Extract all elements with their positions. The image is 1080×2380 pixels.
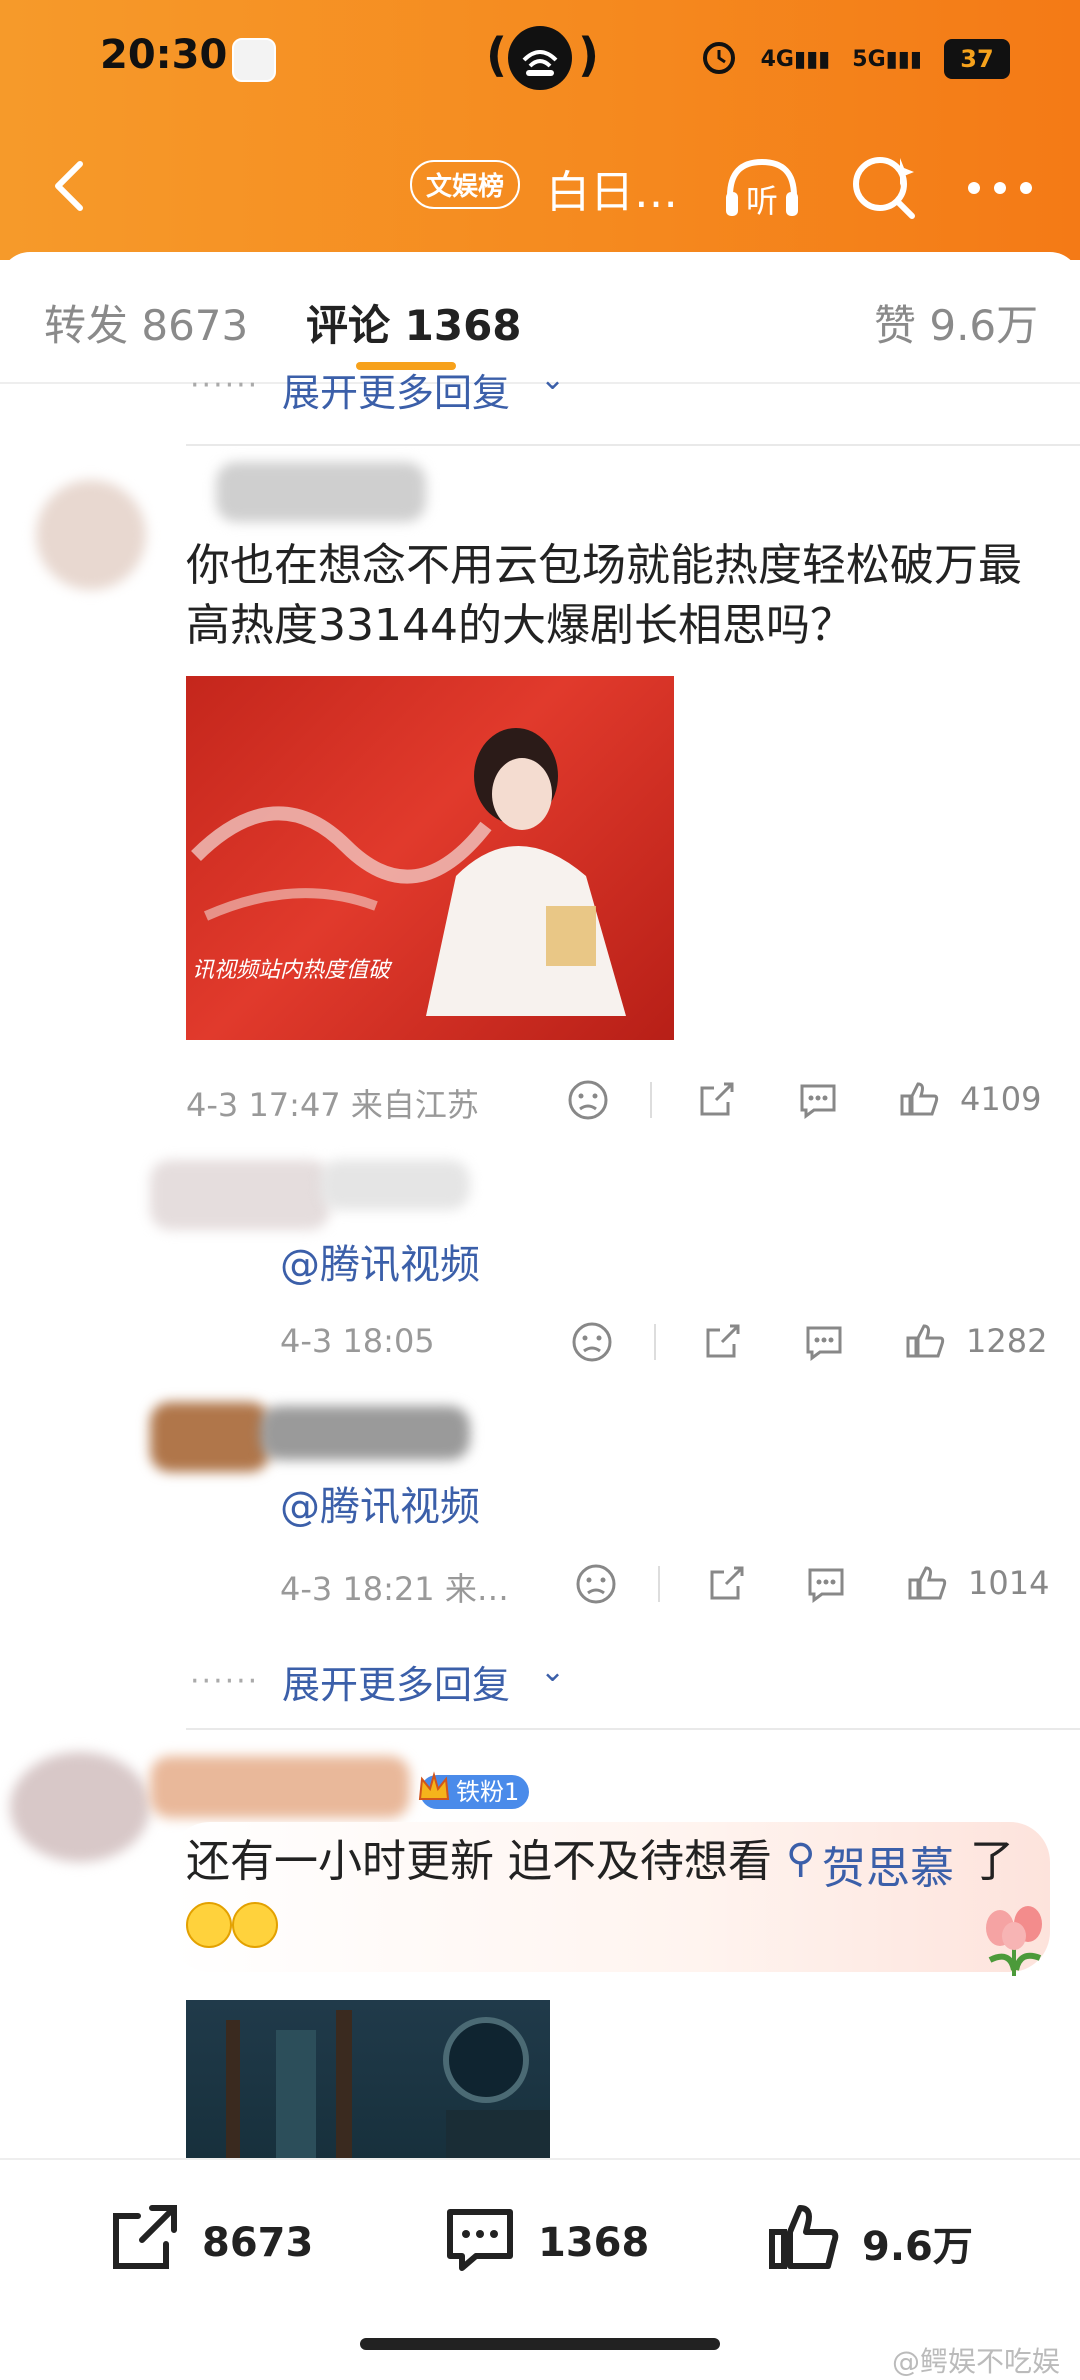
like-count: 9.6万 [862, 2224, 973, 2270]
reply-avatar[interactable] [150, 1160, 330, 1230]
status-bar: 20:30 ( ) 4G▮▮▮ 5G▮▮▮ 37 [0, 0, 1080, 120]
crown-icon [416, 1769, 452, 1809]
action-divider [658, 1566, 660, 1602]
share-icon[interactable] [704, 1562, 748, 1606]
comment-meta: 4-3 17:47 来自江苏 [186, 1086, 479, 1124]
like-icon[interactable] [904, 1320, 948, 1364]
username-redacted[interactable] [150, 1756, 410, 1818]
like-count: 1282 [966, 1322, 1048, 1360]
like-count: 4109 [960, 1080, 1042, 1118]
reply-mention[interactable]: @腾讯视频 [280, 1232, 480, 1290]
reply-icon[interactable] [804, 1562, 848, 1606]
like-count: 1014 [968, 1564, 1050, 1602]
hot-list-badge[interactable]: 文娱榜 [410, 160, 521, 209]
signal-5g-icon: 5G▮▮▮ [852, 46, 922, 72]
comment-count: 1368 [538, 2220, 650, 2266]
like-icon [766, 2200, 842, 2286]
comment-button[interactable]: 1368 [442, 2200, 649, 2286]
hotspot-icon [508, 26, 572, 90]
drama-still-photo [191, 728, 626, 1016]
expand-dots: ······ [190, 1664, 260, 1699]
fan-badge[interactable]: 铁粉1 [418, 1771, 530, 1809]
dislike-icon[interactable] [574, 1562, 618, 1606]
watermark: @鳄娱不吃娱 [891, 2345, 1060, 2378]
battery-icon: 37 [944, 39, 1010, 79]
back-icon[interactable] [36, 150, 106, 220]
topic-search-icon[interactable]: ⚲ [786, 1836, 815, 1882]
comment-text: 还有一小时更新 迫不及待想看 [186, 1836, 772, 1887]
dislike-icon[interactable] [570, 1320, 614, 1364]
reply-avatar[interactable] [150, 1402, 270, 1472]
status-avatar-icon [232, 38, 276, 82]
drama-still-photo [226, 2010, 550, 2160]
more-icon[interactable] [960, 150, 1036, 226]
divider [186, 444, 1080, 446]
alarm-icon [699, 36, 739, 82]
topic-link[interactable]: 贺思慕 [822, 1832, 954, 1896]
comment-text: 你也在想念不用云包场就能热度轻松破万最高热度33144的大爆剧长相思吗？ [186, 540, 1022, 651]
expand-replies[interactable]: 展开更多回复 [282, 1654, 510, 1709]
reply-icon[interactable] [796, 1078, 840, 1122]
listen-button[interactable]: 听 [722, 150, 798, 226]
action-divider [654, 1324, 656, 1360]
status-icons: 4G▮▮▮ 5G▮▮▮ 37 [699, 36, 1010, 82]
share-icon[interactable] [694, 1078, 738, 1122]
tulip-icon [970, 1900, 1060, 1980]
network-label-4g: 4G [760, 46, 794, 72]
status-time: 20:30 [100, 32, 228, 78]
fan-badge-label: 铁粉1 [456, 1778, 520, 1806]
repost-icon [106, 2200, 182, 2286]
username-redacted[interactable] [216, 462, 426, 522]
crying-emoji-icon [232, 1902, 278, 1948]
listen-label: 听 [746, 182, 778, 220]
reply-icon[interactable] [802, 1320, 846, 1364]
reply-meta: 4-3 18:05 [280, 1322, 435, 1360]
divider [186, 1728, 1080, 1730]
repost-count: 8673 [202, 2220, 314, 2266]
comment-icon [442, 2200, 518, 2286]
network-label-5g: 5G [852, 46, 886, 72]
app-header: 20:30 ( ) 4G▮▮▮ 5G▮▮▮ 37 文娱榜 白日… 听 [0, 0, 1080, 260]
home-indicator[interactable] [360, 2338, 720, 2350]
chevron-down-icon[interactable]: ⌄ [540, 1654, 565, 1689]
expand-replies-top[interactable]: 展开更多回复 [282, 362, 510, 417]
repost-button[interactable]: 8673 [106, 2200, 313, 2286]
tab-comments[interactable]: 评论 1368 [306, 292, 522, 353]
like-button[interactable]: 9.6万 [766, 2200, 973, 2286]
reply-username-redacted[interactable] [260, 1406, 470, 1460]
tab-reposts[interactable]: 转发 8673 [44, 292, 248, 353]
reply-username-redacted[interactable] [320, 1160, 470, 1210]
page-title: 白日… [546, 167, 678, 218]
like-icon[interactable] [898, 1078, 942, 1122]
comment-image[interactable] [186, 2000, 550, 2160]
nav-bar: 文娱榜 白日… 听 [0, 130, 1080, 240]
action-divider [650, 1082, 652, 1118]
comment-text-end: 了 [970, 1836, 1014, 1887]
reply-mention[interactable]: @腾讯视频 [280, 1474, 480, 1532]
reply-meta: 4-3 18:21 来… [280, 1570, 509, 1608]
signal-4g-icon: 4G▮▮▮ [760, 46, 831, 72]
share-icon[interactable] [700, 1320, 744, 1364]
dislike-icon[interactable] [566, 1078, 610, 1122]
tab-likes[interactable]: 赞 9.6万 [874, 292, 1038, 353]
like-icon[interactable] [906, 1562, 950, 1606]
expand-dots: ······ [190, 368, 260, 403]
search-icon[interactable] [846, 150, 922, 226]
dynamic-island: ( ) [486, 26, 599, 90]
avatar[interactable] [10, 1752, 150, 1862]
chevron-down-icon[interactable]: ⌄ [540, 362, 565, 397]
comment-image[interactable]: 讯视频站内热度值破 [186, 676, 674, 1040]
avatar[interactable] [36, 480, 146, 590]
crying-emoji-icon [186, 1902, 232, 1948]
image-caption: 讯视频站内热度值破 [192, 958, 391, 983]
